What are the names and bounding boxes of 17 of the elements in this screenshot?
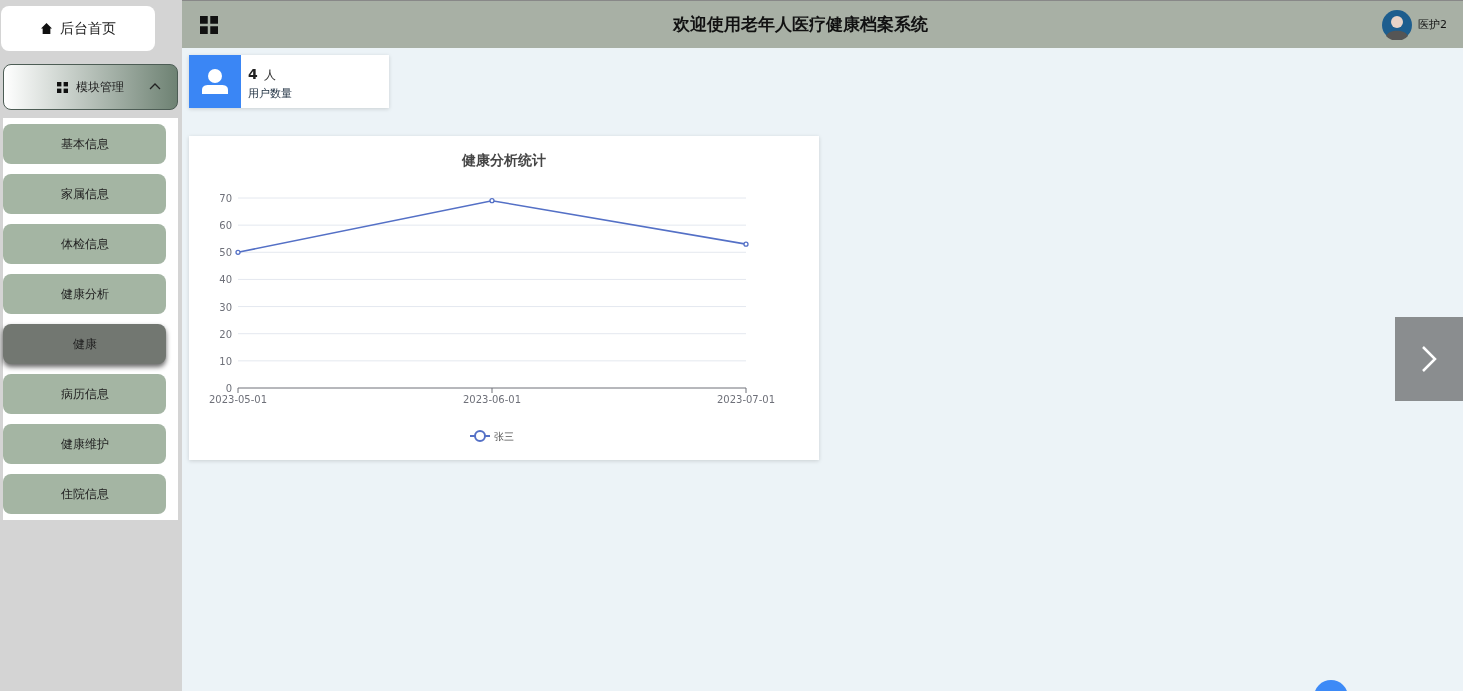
axis-tick-label: 0 [225, 383, 232, 394]
chart-title: 健康分析统计 [462, 152, 546, 168]
axis-tick-label: 50 [219, 247, 232, 259]
axis-tick-label: 2023-06-01 [462, 394, 522, 405]
axis-tick-label: 10 [219, 355, 232, 367]
stat-unit: 人 [263, 68, 276, 82]
axis-tick-label: 2023-07-01 [716, 394, 776, 405]
stat-value: 4 [248, 66, 258, 82]
page-title: 欢迎使用老年人医疗健康档案系统 [671, 13, 929, 36]
axis-tick-label: 60 [219, 220, 232, 232]
legend-label: 张三 [494, 431, 514, 442]
stat-label: 用户数量 [248, 86, 292, 101]
axis-tick-label: 30 [219, 301, 232, 313]
axis-tick-label: 70 [219, 193, 232, 204]
axis-tick-label: 2023-05-01 [208, 394, 268, 405]
axis-tick-label: 20 [219, 328, 232, 340]
axis-tick-label: 40 [219, 274, 232, 286]
